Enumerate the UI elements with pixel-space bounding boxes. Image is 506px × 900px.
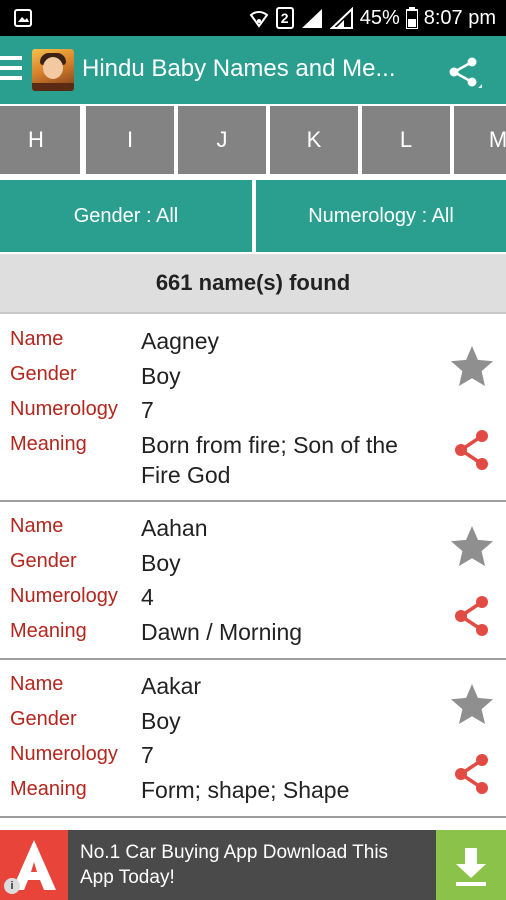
app-bar: Hindu Baby Names and Me...	[0, 36, 506, 104]
gender-value: Boy	[141, 550, 181, 576]
name-card[interactable]: Name Aakar Gender Boy Numerology 7 Meani…	[0, 660, 506, 818]
meaning-label: Meaning	[10, 778, 87, 800]
favorite-star-icon[interactable]	[450, 682, 494, 726]
results-count: 661 name(s) found	[0, 254, 506, 314]
name-card[interactable]: Name Aagney Gender Boy Numerology 7 Mean…	[0, 316, 506, 502]
name-label: Name	[10, 328, 64, 350]
numerology-value: 7	[141, 742, 154, 768]
numerology-label: Numerology	[10, 398, 118, 420]
favorite-star-icon[interactable]	[450, 344, 494, 388]
image-notification-icon	[14, 9, 32, 27]
name-value: Aakar	[141, 673, 202, 699]
numerology-value: 7	[141, 397, 154, 423]
numerology-value: 4	[141, 584, 154, 610]
numerology-label: Numerology	[10, 743, 118, 765]
letter-tab-j[interactable]: J	[178, 106, 266, 174]
ad-banner[interactable]: No.1 Car Buying App Download This App To…	[0, 830, 506, 900]
app-logo[interactable]	[32, 49, 74, 91]
battery-percent: 45%	[359, 6, 400, 29]
signal-icon	[301, 9, 322, 28]
letter-tab-l[interactable]: L	[362, 106, 450, 174]
share-name-icon[interactable]	[452, 594, 492, 638]
download-icon	[456, 848, 486, 886]
letter-tab-k[interactable]: K	[270, 106, 358, 174]
app-title: Hindu Baby Names and Me...	[82, 55, 396, 82]
status-bar: 2 45% 8:07 pm	[0, 0, 506, 36]
gender-label: Gender	[10, 550, 77, 572]
meaning-value: Dawn / Morning	[141, 619, 303, 645]
battery-icon	[405, 7, 418, 29]
wifi-icon	[249, 11, 269, 28]
filter-bar: Gender : All Numerology : All	[0, 180, 506, 252]
gender-label: Gender	[10, 708, 77, 730]
ad-download-button[interactable]	[436, 830, 506, 900]
name-value: Aagney	[141, 328, 220, 354]
name-card[interactable]: Name Aahan Gender Boy Numerology 4 Meani…	[0, 502, 506, 660]
share-name-icon[interactable]	[452, 752, 492, 796]
gender-filter-button[interactable]: Gender : All	[0, 180, 252, 252]
meaning-label: Meaning	[10, 433, 87, 455]
letter-tab-i[interactable]: I	[86, 106, 174, 174]
ad-info-icon[interactable]: i	[4, 878, 20, 894]
name-label: Name	[10, 673, 64, 695]
numerology-filter-button[interactable]: Numerology : All	[256, 180, 506, 252]
meaning-label: Meaning	[10, 620, 87, 642]
numerology-label: Numerology	[10, 585, 118, 607]
gender-value: Boy	[141, 708, 181, 734]
meaning-value: Born from fire; Son of the Fire God	[141, 432, 398, 488]
letter-tabs: H I J K L M	[0, 104, 506, 176]
ad-text[interactable]: No.1 Car Buying App Download This App To…	[80, 840, 420, 890]
meaning-value: Form; shape; Shape	[141, 777, 350, 803]
signal-secondary-icon	[329, 7, 353, 29]
letter-tab-h[interactable]: H	[0, 106, 80, 174]
clock: 8:07 pm	[423, 6, 496, 29]
name-label: Name	[10, 515, 64, 537]
letter-tab-m[interactable]: M	[454, 106, 506, 174]
gender-label: Gender	[10, 363, 77, 385]
sim-slot-icon: 2	[275, 7, 294, 29]
menu-icon[interactable]	[0, 56, 22, 84]
name-value: Aahan	[141, 515, 208, 541]
gender-value: Boy	[141, 363, 181, 389]
favorite-star-icon[interactable]	[450, 524, 494, 568]
share-name-icon[interactable]	[452, 428, 492, 472]
share-icon[interactable]	[446, 54, 482, 90]
